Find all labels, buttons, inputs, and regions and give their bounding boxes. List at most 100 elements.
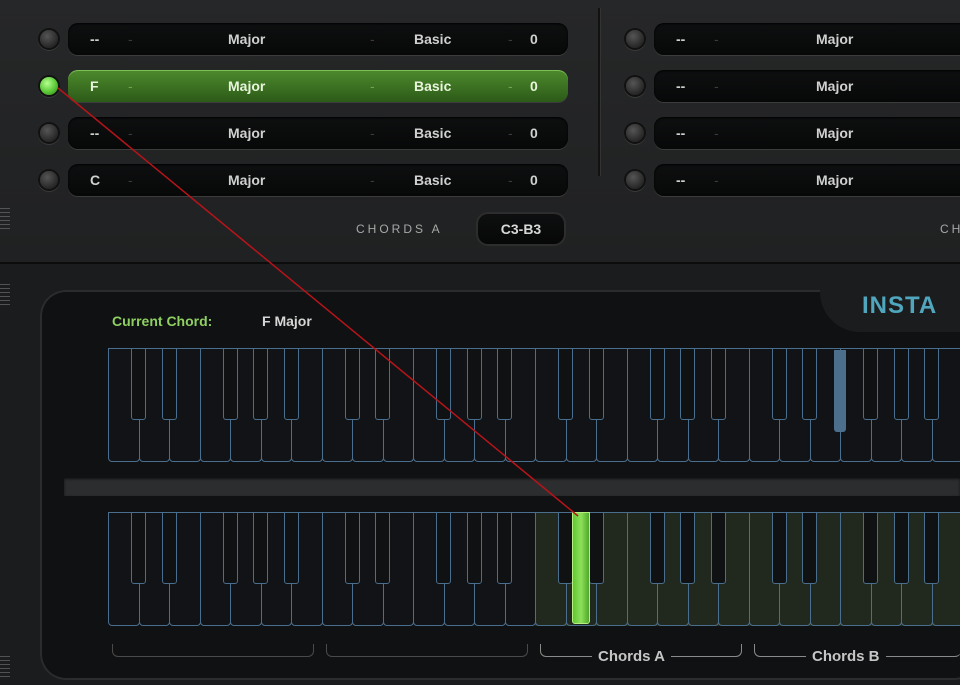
chord-row-b-4[interactable]: -- - Major bbox=[622, 163, 960, 197]
chord-root[interactable]: -- bbox=[676, 31, 685, 47]
black-key[interactable] bbox=[771, 348, 787, 420]
black-key[interactable] bbox=[375, 512, 390, 584]
row-led-b-2[interactable] bbox=[626, 77, 644, 95]
chord-root[interactable]: -- bbox=[676, 125, 685, 141]
chord-slot-a-1[interactable]: -- - Major - Basic - 0 bbox=[68, 23, 568, 55]
black-key[interactable] bbox=[344, 512, 360, 584]
trigger-keyboard[interactable] bbox=[108, 512, 960, 626]
row-led-b-3[interactable] bbox=[626, 124, 644, 142]
black-key[interactable] bbox=[283, 512, 299, 584]
black-key[interactable] bbox=[710, 512, 726, 584]
chord-root[interactable]: -- bbox=[90, 125, 99, 141]
black-key[interactable] bbox=[893, 512, 909, 584]
chord-type[interactable]: Major bbox=[228, 125, 265, 141]
chord-value[interactable]: 0 bbox=[530, 78, 538, 94]
black-key[interactable] bbox=[253, 512, 268, 584]
chords-a-range-button[interactable]: C3-B3 bbox=[478, 214, 564, 244]
chord-row-b-1[interactable]: -- - Major bbox=[622, 22, 960, 56]
resize-grip-top[interactable] bbox=[0, 208, 10, 230]
black-key[interactable] bbox=[344, 348, 360, 420]
chord-slot-a-4[interactable]: C - Major - Basic - 0 bbox=[68, 164, 568, 196]
row-led-a-3[interactable] bbox=[40, 124, 58, 142]
chord-value[interactable]: 0 bbox=[530, 172, 538, 188]
chord-root[interactable]: F bbox=[90, 78, 99, 94]
black-key[interactable] bbox=[924, 512, 939, 584]
active-trigger-key[interactable] bbox=[571, 512, 590, 624]
chord-slot-a-3[interactable]: -- - Major - Basic - 0 bbox=[68, 117, 568, 149]
black-key[interactable] bbox=[375, 348, 390, 420]
chord-type[interactable]: Major bbox=[228, 172, 265, 188]
black-key[interactable] bbox=[436, 348, 451, 420]
black-key[interactable] bbox=[558, 348, 573, 420]
chord-value[interactable]: 0 bbox=[530, 125, 538, 141]
black-key[interactable] bbox=[924, 348, 939, 420]
black-key[interactable] bbox=[680, 348, 695, 420]
upper-keyboard[interactable] bbox=[108, 348, 960, 462]
black-key[interactable] bbox=[222, 512, 238, 584]
separator: - bbox=[714, 31, 719, 47]
chord-type[interactable]: Major bbox=[816, 172, 853, 188]
chord-voicing[interactable]: Basic bbox=[414, 125, 451, 141]
black-key[interactable] bbox=[680, 512, 695, 584]
chord-row-b-2[interactable]: -- - Major bbox=[622, 69, 960, 103]
chord-type[interactable]: Major bbox=[228, 31, 265, 47]
black-key[interactable] bbox=[497, 348, 512, 420]
chord-type[interactable]: Major bbox=[816, 125, 853, 141]
row-led-a-1[interactable] bbox=[40, 30, 58, 48]
black-key[interactable] bbox=[802, 512, 817, 584]
separator: - bbox=[128, 31, 133, 47]
row-led-b-4[interactable] bbox=[626, 171, 644, 189]
chord-row-b-3[interactable]: -- - Major bbox=[622, 116, 960, 150]
chord-slot-b-4[interactable]: -- - Major bbox=[654, 164, 960, 196]
chord-slot-b-3[interactable]: -- - Major bbox=[654, 117, 960, 149]
row-led-a-4[interactable] bbox=[40, 171, 58, 189]
black-key[interactable] bbox=[161, 512, 177, 584]
resize-grip-bottom[interactable] bbox=[0, 656, 10, 678]
black-key[interactable] bbox=[283, 348, 299, 420]
black-key[interactable] bbox=[131, 348, 146, 420]
black-key[interactable] bbox=[558, 512, 573, 584]
chord-voicing[interactable]: Basic bbox=[414, 78, 451, 94]
black-key[interactable] bbox=[497, 512, 512, 584]
black-key[interactable] bbox=[649, 348, 665, 420]
chord-root[interactable]: -- bbox=[90, 31, 99, 47]
chord-value[interactable]: 0 bbox=[530, 31, 538, 47]
black-key[interactable] bbox=[131, 512, 146, 584]
black-key[interactable] bbox=[863, 512, 878, 584]
chord-slot-b-1[interactable]: -- - Major bbox=[654, 23, 960, 55]
chord-root[interactable]: -- bbox=[676, 172, 685, 188]
chord-row-a-4[interactable]: C - Major - Basic - 0 bbox=[36, 163, 576, 197]
black-key[interactable] bbox=[863, 348, 878, 420]
black-key[interactable] bbox=[649, 512, 665, 584]
row-led-a-2[interactable] bbox=[40, 77, 58, 95]
black-key[interactable] bbox=[222, 348, 238, 420]
black-key[interactable] bbox=[253, 348, 268, 420]
separator: - bbox=[370, 125, 375, 141]
black-key[interactable] bbox=[466, 512, 482, 584]
chord-voicing[interactable]: Basic bbox=[414, 172, 451, 188]
black-key[interactable] bbox=[466, 348, 482, 420]
row-led-b-1[interactable] bbox=[626, 30, 644, 48]
resize-grip-middle[interactable] bbox=[0, 284, 10, 306]
chord-voicing[interactable]: Basic bbox=[414, 31, 451, 47]
black-key[interactable] bbox=[436, 512, 451, 584]
chord-slot-a-2[interactable]: F - Major - Basic - 0 bbox=[68, 70, 568, 102]
chord-row-a-1[interactable]: -- - Major - Basic - 0 bbox=[36, 22, 576, 56]
chord-root[interactable]: -- bbox=[676, 78, 685, 94]
chord-type[interactable]: Major bbox=[816, 78, 853, 94]
black-key[interactable] bbox=[802, 348, 817, 420]
chord-slot-b-2[interactable]: -- - Major bbox=[654, 70, 960, 102]
black-key[interactable] bbox=[588, 348, 604, 420]
chord-type[interactable]: Major bbox=[228, 78, 265, 94]
separator: - bbox=[370, 31, 375, 47]
black-key[interactable] bbox=[588, 512, 604, 584]
black-key[interactable] bbox=[161, 348, 177, 420]
black-key[interactable] bbox=[771, 512, 787, 584]
black-key[interactable] bbox=[710, 348, 726, 420]
chord-type[interactable]: Major bbox=[816, 31, 853, 47]
chord-row-a-3[interactable]: -- - Major - Basic - 0 bbox=[36, 116, 576, 150]
chord-row-a-2[interactable]: F - Major - Basic - 0 bbox=[36, 69, 576, 103]
chord-root[interactable]: C bbox=[90, 172, 100, 188]
separator: - bbox=[128, 172, 133, 188]
black-key[interactable] bbox=[893, 348, 909, 420]
